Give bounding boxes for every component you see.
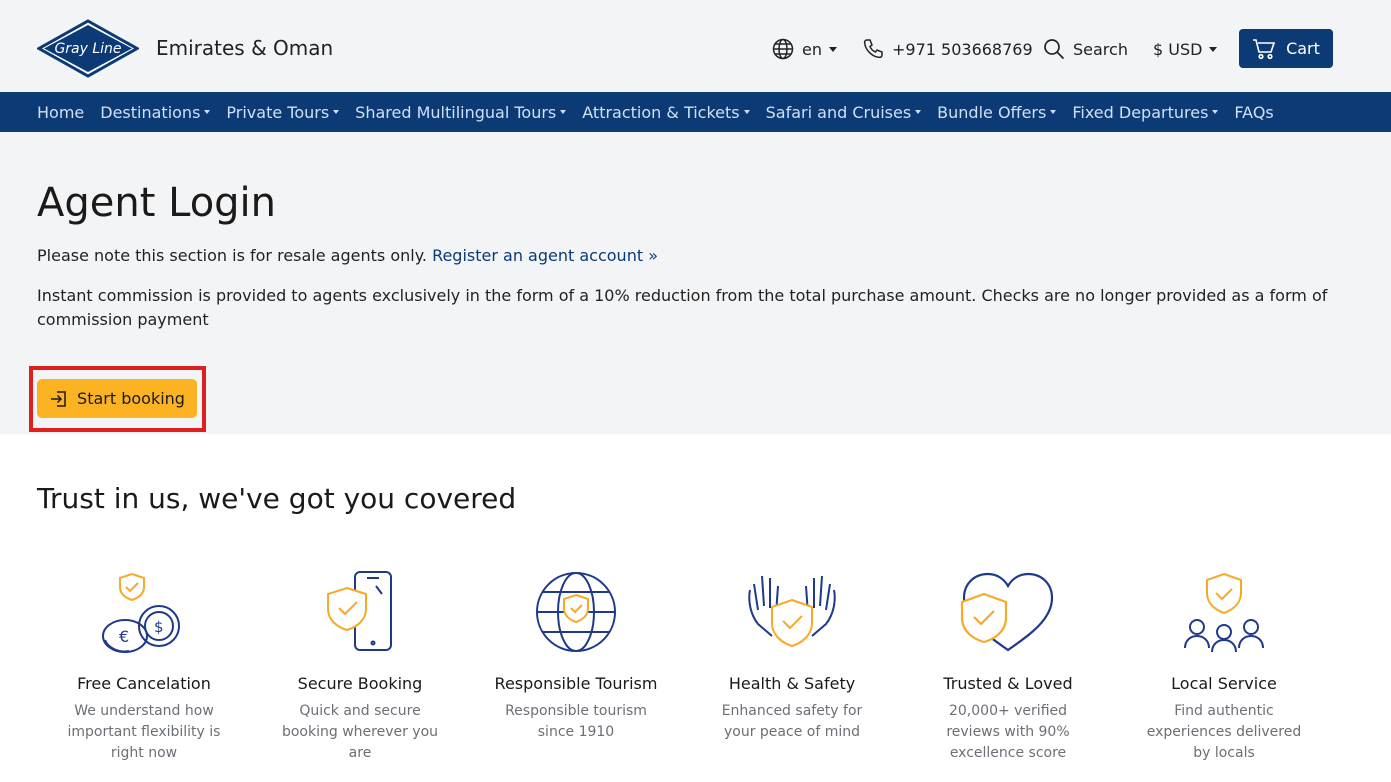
feature-title: Responsible Tourism	[494, 674, 658, 693]
chevron-down-icon	[915, 110, 922, 114]
search-icon	[1044, 39, 1065, 60]
phone-shield-icon	[327, 571, 392, 651]
logo-text: Gray Line	[54, 41, 121, 57]
cart-button[interactable]: Cart	[1239, 29, 1333, 68]
hands-shield-icon	[748, 575, 836, 648]
feature-local-service: Local Service Find authentic experiences…	[1124, 570, 1324, 764]
feature-title: Free Cancelation	[77, 674, 211, 693]
nav-item-home[interactable]: Home	[37, 103, 84, 122]
feature-title: Secure Booking	[297, 674, 423, 693]
feature-description: We understand how important flexibility …	[67, 703, 221, 761]
currency-selector[interactable]: $ USD	[1153, 38, 1218, 60]
nav-item-label: Destinations	[100, 102, 201, 122]
nav-item-label: Home	[37, 102, 85, 122]
globe-shield-icon	[536, 572, 616, 652]
nav-item-shared-multilingual-tours[interactable]: Shared Multilingual Tours	[355, 102, 567, 122]
feature-description: Responsible tourism since 1910	[505, 703, 647, 740]
globe-icon	[772, 38, 794, 60]
feature-secure-booking: Secure Booking Quick and secure booking …	[260, 570, 460, 764]
register-agent-link[interactable]: Register an agent account »	[432, 246, 658, 265]
cart-label: Cart	[1286, 39, 1320, 58]
feature-responsible-tourism: Responsible Tourism Responsible tourism …	[476, 570, 676, 743]
chevron-down-icon	[333, 110, 340, 114]
chevron-down-icon	[1209, 46, 1218, 52]
phone-link[interactable]: +971 503668769	[862, 38, 1033, 60]
heart-shield-icon	[960, 572, 1054, 652]
phone-icon	[863, 39, 883, 59]
start-booking-button[interactable]: Start booking	[37, 379, 197, 418]
agent-note: Please note this section is for resale a…	[37, 246, 658, 265]
login-icon	[51, 390, 66, 407]
brand-name: Emirates & Oman	[156, 36, 334, 60]
trust-title: Trust in us, we've got you covered	[37, 482, 517, 515]
chevron-down-icon	[204, 110, 211, 114]
feature-description: Find authentic experiences delivered by …	[1146, 703, 1302, 761]
feature-free-cancelation: € $ Free Cancelation We understand how i…	[44, 570, 244, 764]
nav-item-destinations[interactable]: Destinations	[100, 102, 211, 122]
trust-section: Trust in us, we've got you covered € $ F…	[0, 434, 1391, 782]
nav-item-label: Shared Multilingual Tours	[355, 102, 557, 122]
currency-label: $ USD	[1153, 39, 1203, 59]
chevron-down-icon	[560, 110, 567, 114]
coins-shield-icon: € $	[102, 572, 180, 653]
people-shield-icon	[1184, 572, 1264, 653]
feature-title: Trusted & Loved	[943, 674, 1073, 693]
gray-line-logo[interactable]: Gray Line	[37, 19, 139, 78]
phone-number: +971 503668769	[892, 39, 1033, 59]
agent-login-section: Agent Login Please note this section is …	[0, 132, 1391, 434]
feature-health-safety: Health & Safety Enhanced safety for your…	[692, 570, 892, 743]
chevron-down-icon	[1212, 110, 1219, 114]
feature-trusted-loved: Trusted & Loved 20,000+ verified reviews…	[908, 570, 1108, 764]
feature-description: Quick and secure booking wherever you ar…	[281, 703, 439, 761]
feature-title: Local Service	[1171, 674, 1277, 693]
chevron-down-icon	[1050, 110, 1057, 114]
chevron-down-icon	[828, 46, 837, 52]
nav-item-safari-cruises[interactable]: Safari and Cruises	[766, 103, 922, 122]
nav-item-label: FAQs	[1234, 102, 1274, 122]
search-button[interactable]: Search	[1043, 38, 1128, 60]
cart-icon	[1253, 38, 1276, 59]
nav-item-bundle-offers[interactable]: Bundle Offers	[937, 102, 1057, 122]
nav-item-attraction-tickets[interactable]: Attraction & Tickets	[582, 102, 750, 122]
nav-item-label: Safari and Cruises	[765, 102, 912, 122]
chevron-down-icon	[743, 110, 750, 114]
nav-item-label: Fixed Departures	[1072, 102, 1209, 122]
agent-note-text: Please note this section is for resale a…	[37, 246, 427, 265]
search-label: Search	[1073, 39, 1128, 59]
nav-item-private-tours[interactable]: Private Tours	[226, 102, 340, 122]
feature-description: Enhanced safety for your peace of mind	[721, 703, 863, 740]
nav-item-label: Bundle Offers	[937, 102, 1047, 122]
main-nav: Home Destinations Private Tours Shared M…	[0, 92, 1391, 132]
language-label: en	[802, 39, 822, 59]
feature-title: Health & Safety	[728, 674, 856, 693]
nav-item-label: Private Tours	[226, 102, 330, 122]
nav-item-fixed-departures[interactable]: Fixed Departures	[1072, 102, 1219, 122]
svg-text:$: $	[154, 618, 164, 636]
top-bar: Gray Line Emirates & Oman en +971 503668…	[0, 0, 1391, 92]
nav-item-label: Attraction & Tickets	[582, 102, 740, 122]
commission-text: Instant commission is provided to agents…	[37, 286, 1328, 329]
language-selector[interactable]: en	[772, 38, 837, 60]
feature-description: 20,000+ verified reviews with 90% excell…	[946, 703, 1070, 761]
start-booking-label: Start booking	[77, 389, 185, 408]
page-title: Agent Login	[37, 180, 277, 226]
svg-text:€: €	[119, 627, 129, 646]
nav-item-faqs[interactable]: FAQs	[1234, 103, 1273, 122]
